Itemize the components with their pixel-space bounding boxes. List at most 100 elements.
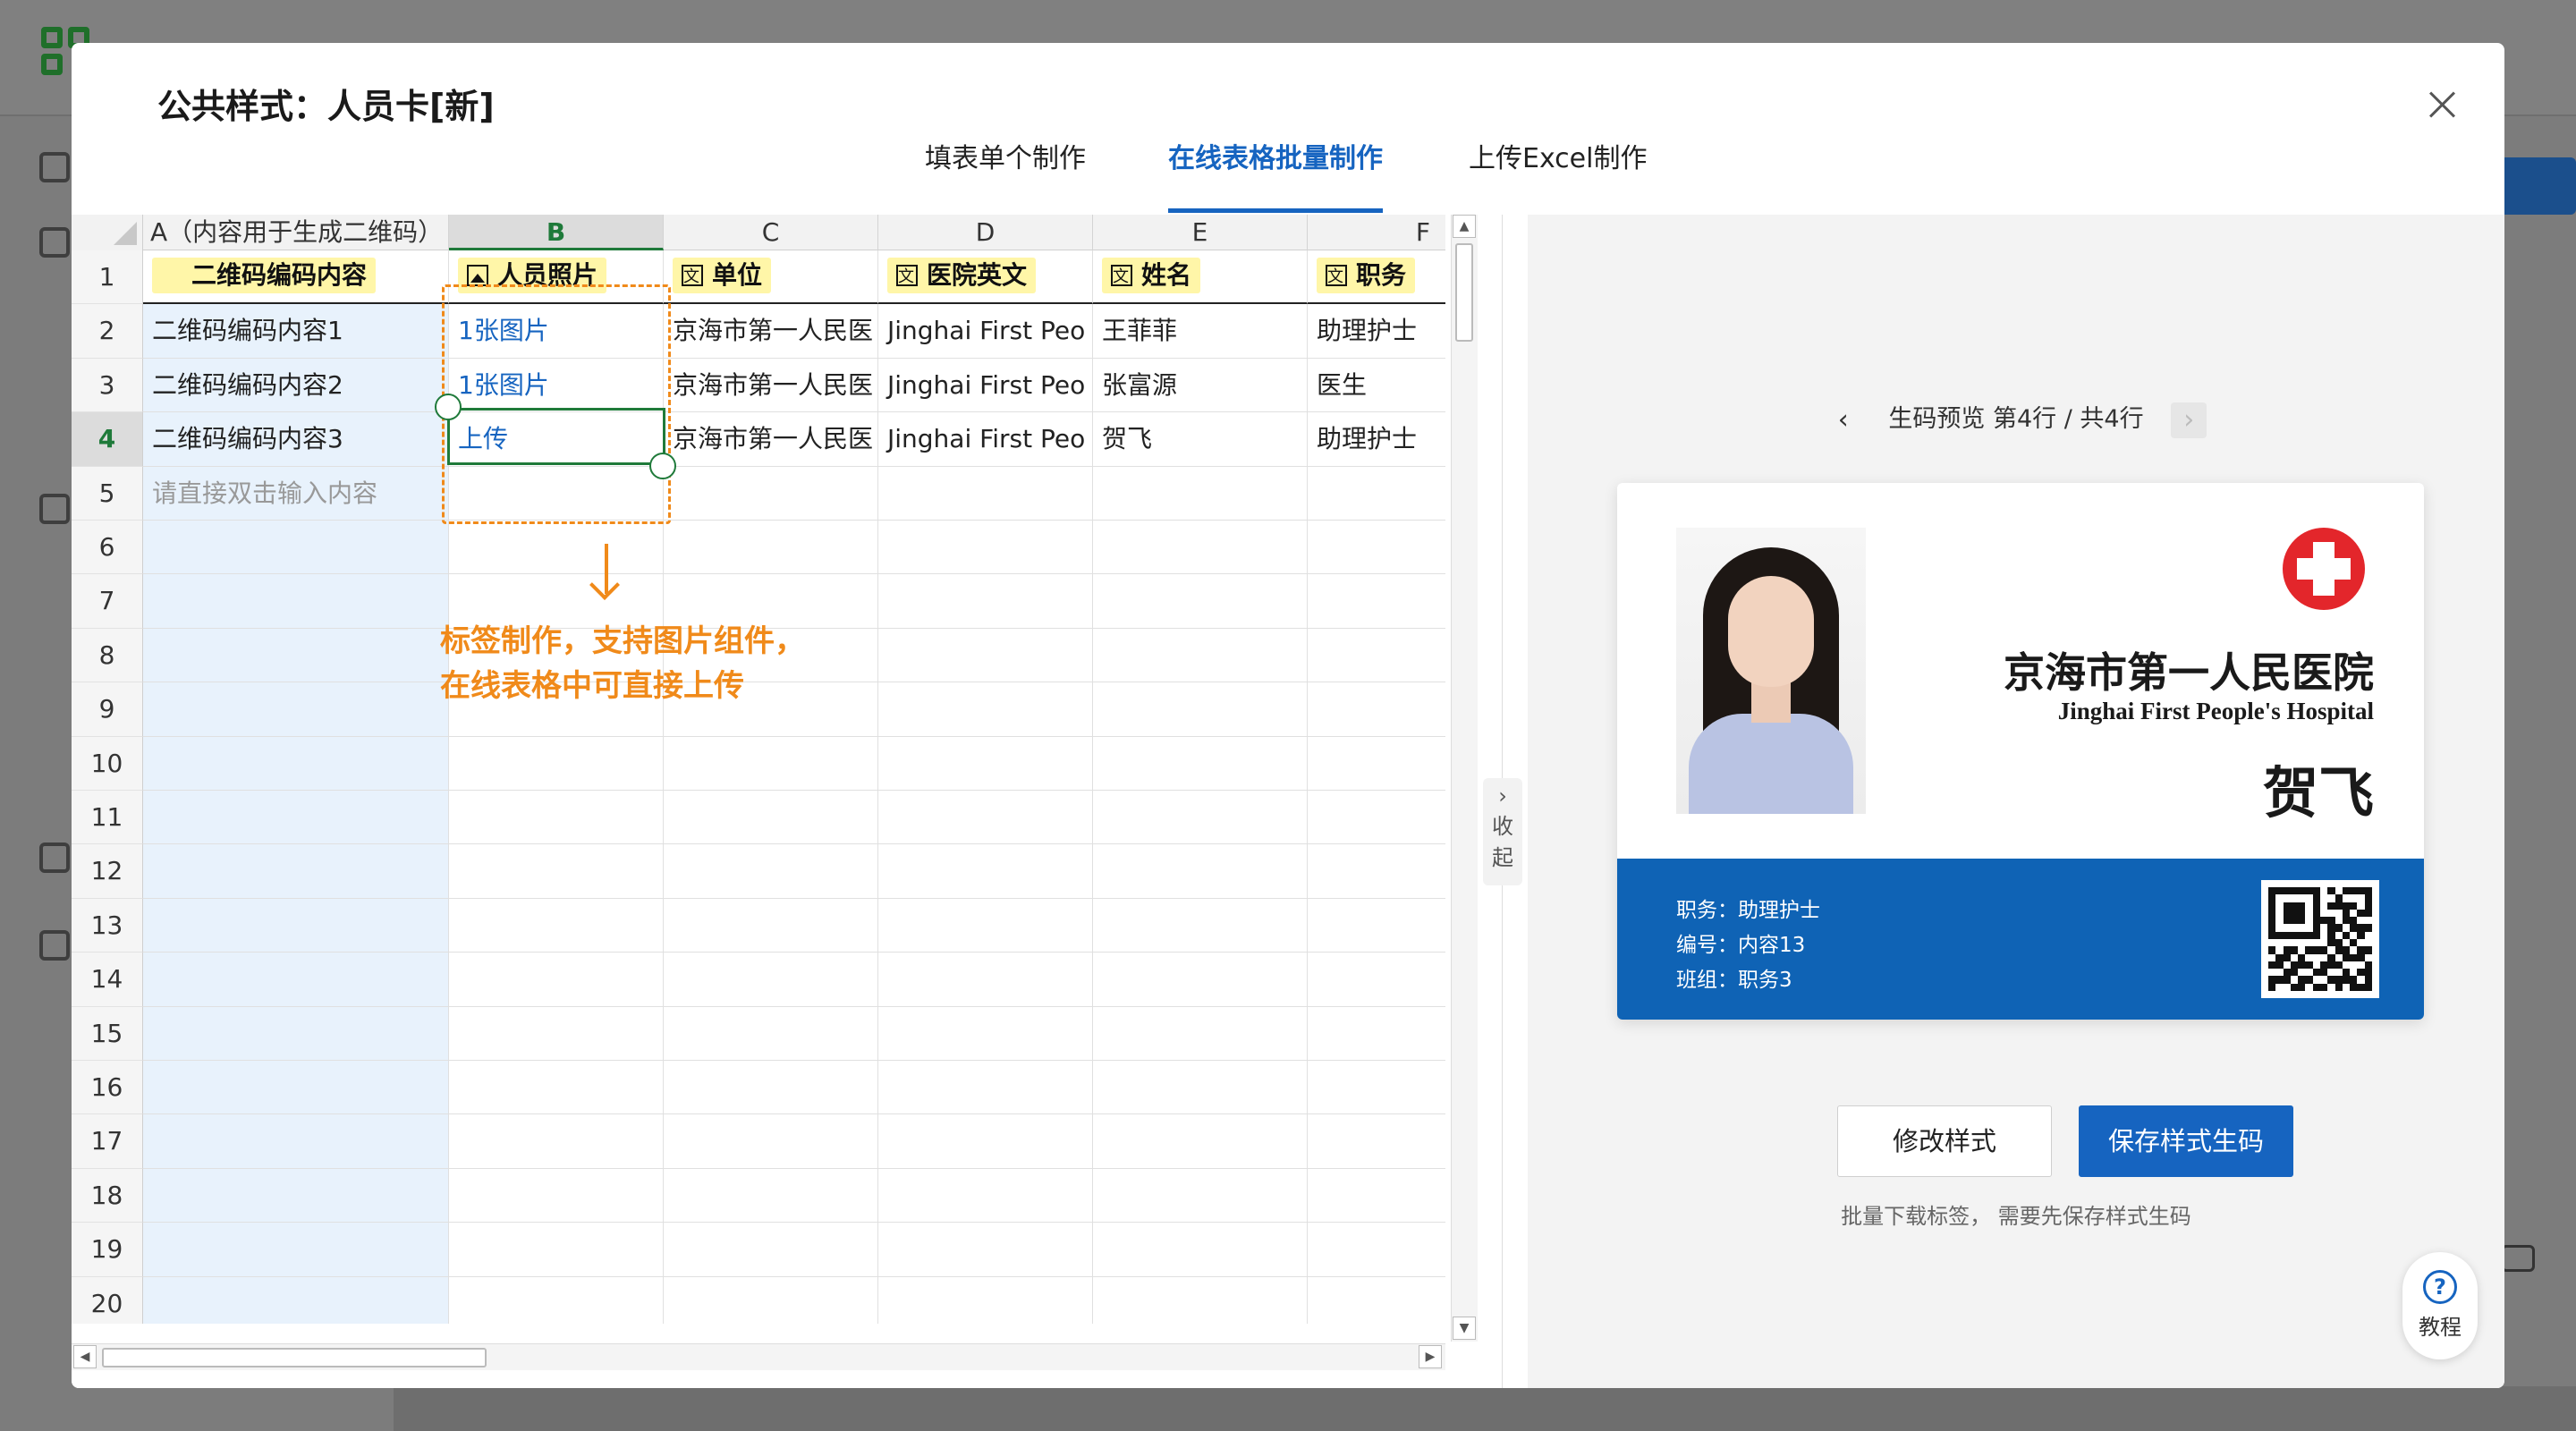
table-cell[interactable] xyxy=(449,1168,664,1224)
table-cell[interactable] xyxy=(664,1006,878,1061)
table-cell[interactable] xyxy=(878,898,1093,953)
column-header-c[interactable]: C xyxy=(664,215,878,250)
row-header[interactable]: 12 xyxy=(72,844,143,899)
row-header[interactable]: 20 xyxy=(72,1276,143,1324)
row-header[interactable]: 1 xyxy=(72,250,143,305)
chat-icon[interactable] xyxy=(2501,1245,2535,1272)
header-cell[interactable]: 二维码编码内容 xyxy=(143,250,449,305)
table-cell[interactable] xyxy=(143,953,449,1007)
horizontal-scrollbar[interactable]: ◀ ▶ xyxy=(72,1343,1445,1370)
table-cell[interactable] xyxy=(878,1223,1093,1277)
table-cell[interactable] xyxy=(1308,1114,1445,1169)
table-cell[interactable] xyxy=(878,1276,1093,1324)
column-header-e[interactable]: E xyxy=(1093,215,1308,250)
table-cell[interactable] xyxy=(878,1061,1093,1115)
selection-handle-bottom[interactable] xyxy=(649,453,676,479)
table-cell[interactable] xyxy=(878,953,1093,1007)
table-cell[interactable] xyxy=(664,1276,878,1324)
table-cell[interactable] xyxy=(143,1114,449,1169)
table-cell[interactable] xyxy=(143,574,449,629)
table-cell[interactable] xyxy=(449,1006,664,1061)
scroll-up-icon[interactable]: ▲ xyxy=(1453,215,1476,238)
table-cell[interactable] xyxy=(1308,467,1445,521)
row-header[interactable]: 15 xyxy=(72,1006,143,1061)
row-header[interactable]: 5 xyxy=(72,466,143,521)
table-cell[interactable] xyxy=(143,1276,449,1324)
table-cell[interactable] xyxy=(878,844,1093,899)
prev-row-icon[interactable]: ‹ xyxy=(1826,402,1861,438)
save-style-button[interactable]: 保存样式生码 xyxy=(2079,1105,2293,1177)
table-cell[interactable] xyxy=(449,953,664,1007)
row-header[interactable]: 2 xyxy=(72,304,143,359)
vertical-scroll-thumb[interactable] xyxy=(1455,243,1473,342)
table-cell[interactable] xyxy=(1308,1277,1445,1324)
table-cell[interactable] xyxy=(1093,574,1308,629)
table-cell[interactable] xyxy=(878,736,1093,791)
tab-upload-excel[interactable]: 上传Excel制作 xyxy=(1469,141,1647,213)
table-cell[interactable] xyxy=(664,898,878,953)
table-cell[interactable] xyxy=(664,1223,878,1277)
select-all-corner[interactable] xyxy=(72,215,143,250)
table-cell[interactable]: 助理护士 xyxy=(1308,412,1445,467)
table-cell[interactable] xyxy=(878,791,1093,845)
tab-online-batch[interactable]: 在线表格批量制作 xyxy=(1168,141,1383,213)
table-cell[interactable] xyxy=(1308,629,1445,683)
row-header[interactable]: 10 xyxy=(72,736,143,791)
row-header[interactable]: 11 xyxy=(72,791,143,845)
table-cell[interactable] xyxy=(449,521,664,575)
table-cell[interactable] xyxy=(449,1061,664,1115)
table-cell[interactable] xyxy=(1093,898,1308,953)
tutorial-button[interactable]: ? 教程 xyxy=(2402,1252,2478,1359)
column-header-a[interactable]: A（内容用于生成二维码） xyxy=(143,215,449,250)
table-cell[interactable]: 助理护士 xyxy=(1308,304,1445,359)
table-cell[interactable] xyxy=(143,521,449,575)
table-cell[interactable] xyxy=(1093,628,1308,683)
table-cell[interactable]: 医生 xyxy=(1308,359,1445,413)
table-cell[interactable] xyxy=(1093,466,1308,521)
table-cell[interactable] xyxy=(1093,682,1308,737)
row-header[interactable]: 6 xyxy=(72,521,143,575)
table-cell[interactable] xyxy=(878,521,1093,575)
table-cell[interactable] xyxy=(1093,736,1308,791)
table-cell[interactable] xyxy=(1093,953,1308,1007)
scroll-left-icon[interactable]: ◀ xyxy=(73,1345,97,1368)
vertical-scrollbar[interactable]: ▲ ▼ xyxy=(1451,215,1478,1342)
header-cell[interactable]: 姓名 xyxy=(1093,250,1308,305)
table-cell[interactable] xyxy=(878,1006,1093,1061)
table-cell[interactable] xyxy=(664,466,878,521)
table-cell[interactable] xyxy=(1093,1006,1308,1061)
table-cell[interactable] xyxy=(1093,844,1308,899)
table-cell[interactable] xyxy=(1308,574,1445,629)
table-cell[interactable] xyxy=(1308,899,1445,953)
table-cell[interactable] xyxy=(1093,521,1308,575)
table-cell[interactable] xyxy=(878,1114,1093,1169)
table-cell[interactable] xyxy=(449,844,664,899)
column-header-d[interactable]: D xyxy=(878,215,1093,250)
table-cell[interactable] xyxy=(878,466,1093,521)
table-cell[interactable] xyxy=(449,1114,664,1169)
table-cell[interactable] xyxy=(1093,1276,1308,1324)
table-cell[interactable]: 二维码编码内容3 xyxy=(143,412,449,467)
table-cell[interactable] xyxy=(449,1223,664,1277)
row-header[interactable]: 17 xyxy=(72,1114,143,1169)
table-cell[interactable] xyxy=(1308,1061,1445,1115)
selection-handle-top[interactable] xyxy=(435,394,462,420)
table-cell[interactable]: 京海市第一人民医 xyxy=(664,412,878,467)
row-header[interactable]: 8 xyxy=(72,628,143,683)
row-header[interactable]: 4 xyxy=(72,412,143,467)
row-header[interactable]: 14 xyxy=(72,953,143,1007)
row-header[interactable]: 18 xyxy=(72,1168,143,1224)
table-cell[interactable] xyxy=(1308,1223,1445,1277)
table-cell[interactable] xyxy=(664,791,878,845)
scroll-right-icon[interactable]: ▶ xyxy=(1419,1345,1442,1368)
table-cell[interactable] xyxy=(878,574,1093,629)
table-cell[interactable] xyxy=(664,1168,878,1224)
table-cell[interactable] xyxy=(449,791,664,845)
table-cell[interactable] xyxy=(1308,953,1445,1007)
table-cell[interactable] xyxy=(664,1061,878,1115)
table-cell[interactable] xyxy=(664,521,878,575)
next-row-icon[interactable]: › xyxy=(2171,402,2207,438)
scroll-down-icon[interactable]: ▼ xyxy=(1453,1317,1476,1340)
table-cell[interactable] xyxy=(143,1061,449,1115)
table-cell[interactable] xyxy=(1093,1061,1308,1115)
